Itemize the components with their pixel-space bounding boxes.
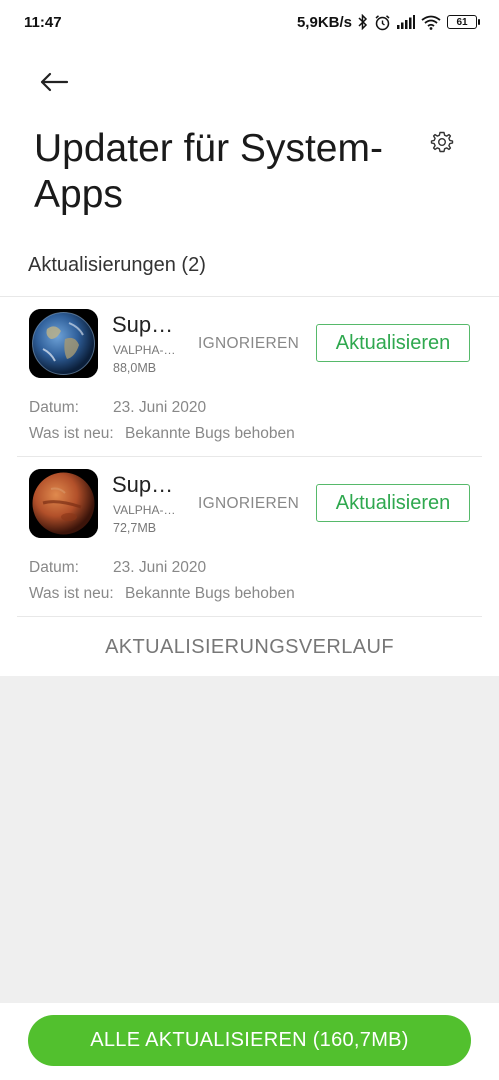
whatsnew-label: Was ist neu: — [29, 425, 114, 442]
wifi-icon — [421, 15, 441, 30]
whatsnew-value: Bekannte Bugs behoben — [125, 425, 295, 442]
ignore-button[interactable]: IGNORIEREN — [198, 335, 299, 353]
bottom-bar: ALLE AKTUALISIEREN (160,7MB) — [0, 1003, 499, 1080]
update-all-button[interactable]: ALLE AKTUALISIEREN (160,7MB) — [28, 1015, 471, 1066]
date-label: Datum: — [29, 559, 79, 576]
ignore-button[interactable]: IGNORIEREN — [198, 495, 299, 513]
date-label: Datum: — [29, 399, 79, 416]
update-button[interactable]: Aktualisieren — [316, 324, 470, 362]
app-version: VALPHA-… — [113, 343, 176, 357]
page-title: Updater für System-Apps — [34, 127, 383, 216]
empty-area — [0, 676, 499, 1003]
date-value: 23. Juni 2020 — [113, 399, 207, 416]
update-button[interactable]: Aktualisieren — [316, 484, 470, 522]
app-version: VALPHA-… — [113, 503, 176, 517]
signal-icon — [397, 15, 415, 29]
whatsnew-row: Was ist neu: Bekannte Bugs behoben — [29, 425, 295, 443]
updates-heading: Aktualisierungen (2) — [28, 254, 206, 276]
date-row: Datum: 23. Juni 2020 — [29, 559, 206, 577]
divider — [17, 616, 482, 617]
battery-indicator: 61 — [447, 15, 480, 29]
update-list: Supe… VALPHA-… 88,0MB IGNORIEREN Aktuali… — [0, 296, 499, 617]
whatsnew-value: Bekannte Bugs behoben — [125, 585, 295, 602]
back-arrow-icon[interactable] — [36, 64, 72, 100]
update-history-link[interactable]: AKTUALISIERUNGSVERLAUF — [0, 619, 499, 675]
alarm-icon — [374, 14, 391, 31]
app-name: Supe… — [112, 312, 184, 337]
earth-icon[interactable] — [29, 309, 98, 378]
whatsnew-row: Was ist neu: Bekannte Bugs behoben — [29, 585, 295, 603]
app-name: Supe… — [112, 472, 184, 497]
status-time: 11:47 — [24, 13, 62, 31]
app-size: 72,7MB — [113, 521, 157, 535]
whatsnew-label: Was ist neu: — [29, 585, 114, 602]
status-icons: 5,9KB/s 61 — [296, 13, 480, 31]
list-item: Supe… VALPHA-… 72,7MB IGNORIEREN Aktuali… — [0, 457, 499, 616]
status-bar: 11:47 5,9KB/s 61 — [0, 0, 499, 44]
mars-icon[interactable] — [29, 469, 98, 538]
app-size: 88,0MB — [113, 361, 157, 375]
date-value: 23. Juni 2020 — [113, 559, 207, 576]
settings-gear-icon[interactable] — [426, 126, 458, 158]
network-speed: 5,9KB/s — [296, 13, 352, 31]
bluetooth-icon — [358, 14, 368, 30]
date-row: Datum: 23. Juni 2020 — [29, 399, 206, 417]
list-item: Supe… VALPHA-… 88,0MB IGNORIEREN Aktuali… — [0, 297, 499, 456]
